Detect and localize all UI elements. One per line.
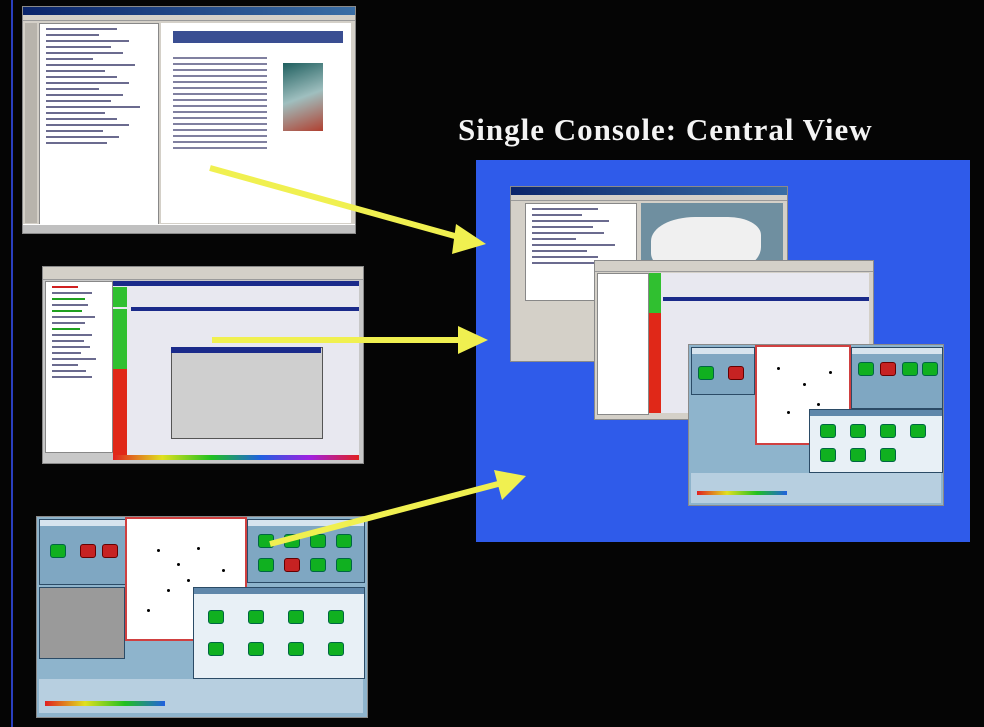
thumbnail-panel [39,519,127,585]
thumbnail-menubar [23,15,355,21]
slide: Single Console: Central View [0,0,984,727]
thumbnail-toolbar [25,23,37,223]
thumbnail-enterprise-manager [22,6,356,234]
slide-title: Single Console: Central View [458,112,873,147]
thumbnail-color-bar [113,455,359,460]
thumbnail-titlebar [23,7,355,15]
console-window-topology [688,344,944,506]
thumbnail-status-panel [39,679,363,713]
slide-edge [11,0,13,727]
thumbnail-topology [36,516,368,718]
thumbnail-content [161,23,351,223]
thumbnail-event-console [42,266,364,464]
thumbnail-event-grid [113,281,359,459]
central-console [476,160,970,542]
thumbnail-panel [247,519,365,583]
thumbnail-toolbar [43,267,363,280]
thumbnail-panel [193,587,365,679]
thumbnail-panel [39,587,125,659]
thumbnail-tree [39,23,159,225]
thumbnail-tree [45,281,113,453]
thumbnail-taskbar [23,224,355,233]
